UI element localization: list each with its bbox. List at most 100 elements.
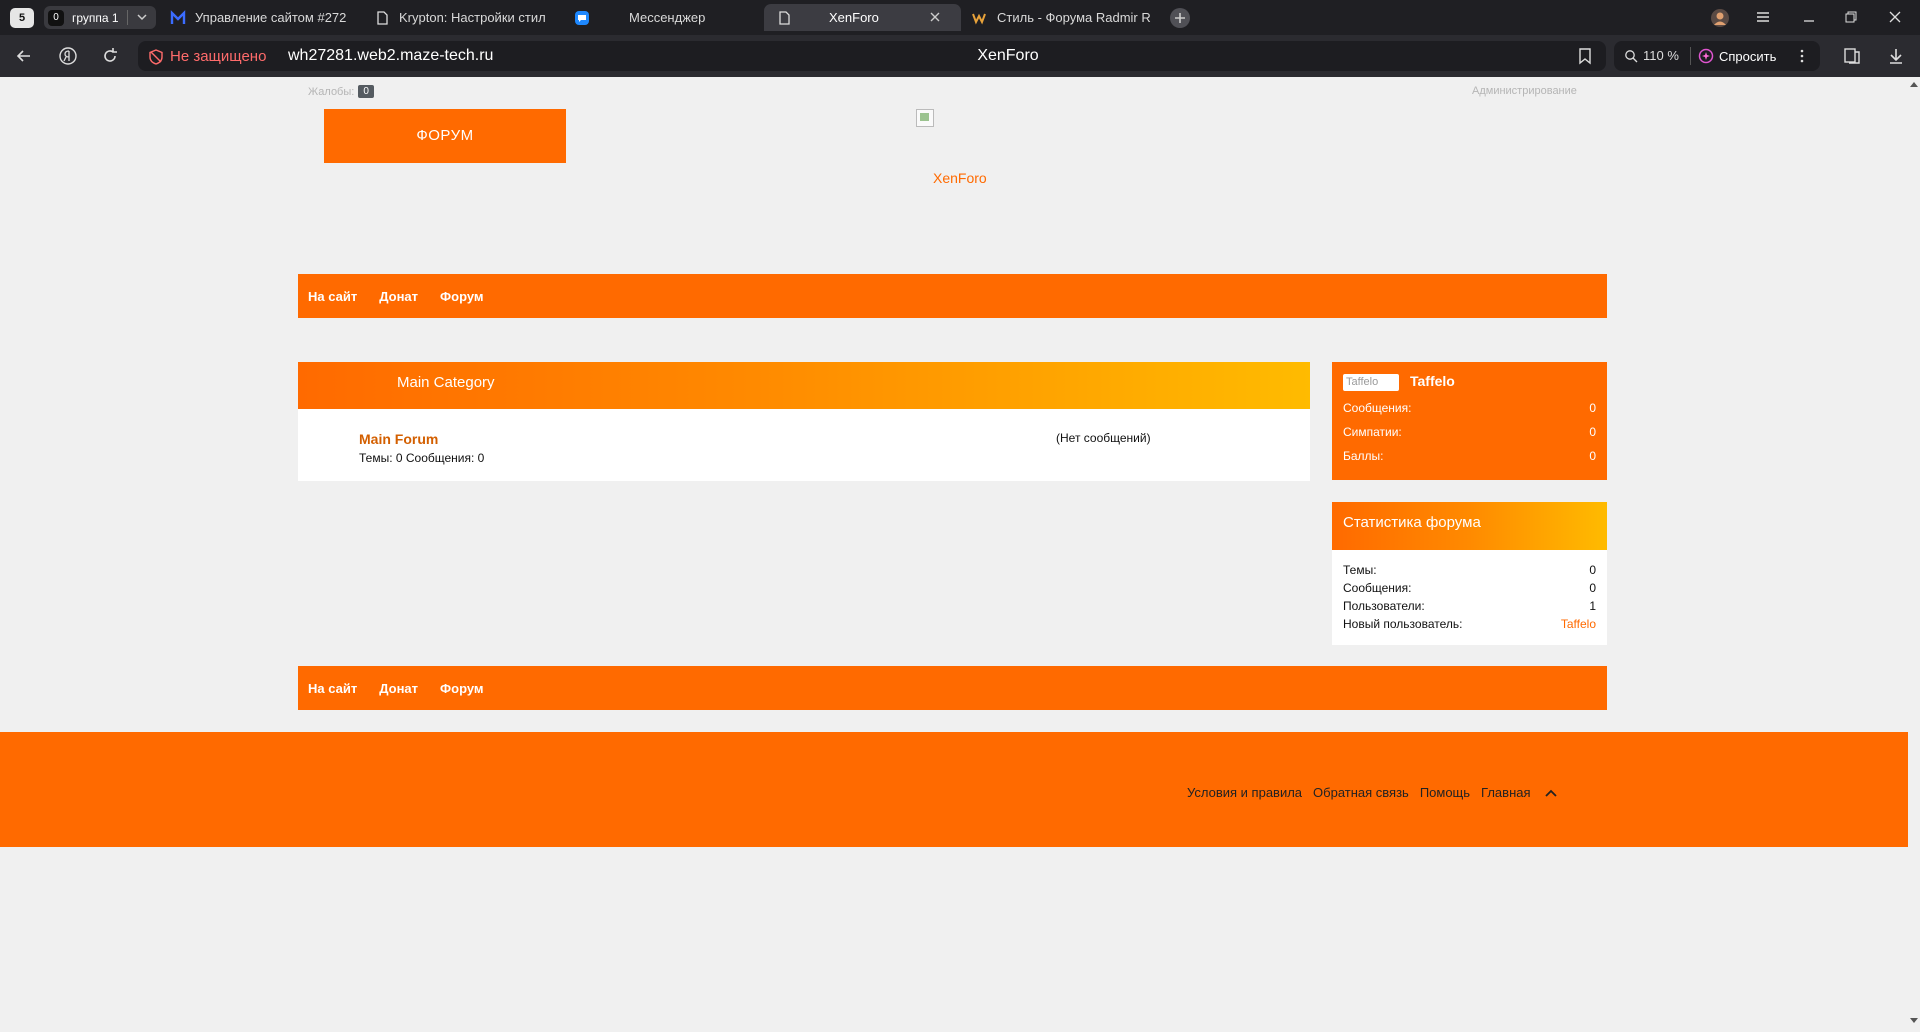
admin-link[interactable]: Администрирование [1472,85,1577,97]
url-text: wh27281.web2.maze-tech.ru [288,47,494,64]
tab-xenforo[interactable]: XenForo [764,4,961,31]
forum-row: Main Forum Темы: 0 Сообщения: 0 (Нет соо… [298,409,1310,481]
nav-link-site[interactable]: На сайт [308,289,357,304]
stats-row: Темы: 0 [1343,563,1596,577]
top-navbar: На сайт Донат Форум [298,274,1607,318]
complaints-label: Жалобы: [308,85,355,98]
new-tab-button[interactable] [1170,8,1190,28]
ask-button[interactable]: Спросить [1698,48,1776,64]
tab-group[interactable]: 0 группа 1 [44,6,156,29]
minimize-icon[interactable] [1800,8,1818,26]
user-stat-value: 0 [1589,425,1596,439]
browser-tab-bar: 5 0 группа 1 Управление сайтом #272 Kryp… [0,0,1920,35]
zoom-level: 110 % [1643,48,1679,63]
scroll-top-icon[interactable] [1544,786,1558,800]
tab-group-label: группа 1 [72,10,119,25]
user-stat-value: 0 [1589,449,1596,463]
zoom-indicator[interactable]: 110 % [1624,48,1679,63]
page-title: XenForo [977,47,1039,64]
security-label: Не защищено [170,48,267,65]
category-title[interactable]: Main Category [298,362,1310,409]
tab-site-management[interactable]: Управление сайтом #272 [170,4,355,31]
new-user-link[interactable]: Taffelo [1561,617,1596,631]
avatar[interactable]: Taffelo [1343,374,1399,391]
divider [1690,47,1691,65]
forum-title-link[interactable]: Main Forum [359,431,438,447]
bookmark-icon[interactable] [1576,47,1594,65]
tab-label: Стиль - Форума Radmir R [997,10,1151,25]
page-footer: Условия и правила Обратная связь Помощь … [0,732,1908,847]
forum-last-post: (Нет сообщений) [1056,431,1151,445]
zoom-icon [1624,49,1638,63]
category-block: Main Category Main Forum Темы: 0 Сообщен… [298,362,1310,481]
bottom-navbar: На сайт Донат Форум [298,666,1607,710]
insecure-icon [148,48,164,65]
stats-label: Сообщения: [1343,581,1412,595]
nav-link-forum[interactable]: Форум [440,289,483,304]
footer-link-terms[interactable]: Условия и правила [1187,785,1302,800]
footer-link-home[interactable]: Главная [1481,785,1530,800]
site-name-link[interactable]: XenForo [933,170,987,186]
url-field[interactable]: Не защищено wh27281.web2.maze-tech.ru Xe… [138,41,1606,71]
tab-label: Мессенджер [629,10,706,25]
stats-label: Новый пользователь: [1343,617,1463,631]
forum-logo-button[interactable]: ФОРУМ [324,109,566,163]
menu-icon[interactable] [1754,8,1772,26]
tab-label: Krypton: Настройки стил [399,10,546,25]
user-stat-row: Баллы: 0 [1343,449,1596,463]
back-arrow-icon[interactable] [14,46,34,66]
forum-stats-box: Статистика форума Темы: 0 Сообщения: 0 П… [1332,502,1607,645]
footer-link-help[interactable]: Помощь [1420,785,1470,800]
user-stat-label: Сообщения: [1343,401,1412,415]
tab-label: XenForo [829,10,879,25]
forum-stats: Темы: 0 Сообщения: 0 [359,451,485,465]
reload-icon[interactable] [100,46,120,66]
forum-stats-title: Статистика форума [1332,502,1607,550]
yandex-icon[interactable] [58,46,78,66]
browser-address-bar: Не защищено wh27281.web2.maze-tech.ru Xe… [0,35,1920,77]
stats-row: Пользователи: 1 [1343,599,1596,613]
download-icon[interactable] [1886,46,1906,66]
user-stat-value: 0 [1589,401,1596,415]
sparkle-icon [1698,48,1714,64]
nav-link-forum[interactable]: Форум [440,681,483,696]
stats-value: 1 [1589,599,1596,613]
security-indicator[interactable]: Не защищено [148,48,266,65]
username-link[interactable]: Taffelo [1410,373,1455,389]
stats-value: 0 [1589,581,1596,595]
zoom-assistant-box: 110 % Спросить [1614,41,1820,71]
nav-link-site[interactable]: На сайт [308,681,357,696]
user-info-box: Taffelo Taffelo Сообщения: 0 Симпатии: 0… [1332,362,1607,480]
close-icon[interactable] [928,10,944,26]
broken-image-icon [916,109,934,127]
complaints-link[interactable]: Жалобы: 0 [308,85,374,98]
restore-icon[interactable] [1842,8,1860,26]
page-scrollbar[interactable] [1908,77,1920,1032]
tab-krypton-settings[interactable]: Krypton: Настройки стил [374,4,554,31]
stats-label: Темы: [1343,563,1377,577]
messenger-icon [574,10,590,26]
ask-label: Спросить [1719,48,1777,64]
close-window-icon[interactable] [1886,8,1904,26]
maze-logo-icon [170,9,186,26]
profile-avatar-icon[interactable] [1710,8,1730,28]
user-stat-row: Симпатии: 0 [1343,425,1596,439]
tab-radmir-style[interactable]: Стиль - Форума Radmir R [972,4,1154,31]
scroll-down-icon[interactable] [1910,1016,1918,1024]
footer-links: Условия и правила Обратная связь Помощь … [1187,785,1569,800]
document-icon [374,10,390,26]
tab-group-divider [127,10,128,25]
collections-icon[interactable] [1842,46,1862,66]
nav-link-donate[interactable]: Донат [379,289,418,304]
footer-link-contact[interactable]: Обратная связь [1313,785,1409,800]
complaints-count-badge: 0 [358,85,374,98]
scroll-up-icon[interactable] [1910,81,1918,89]
page-viewport: Жалобы: 0 Администрирование ФОРУМ XenFor… [0,77,1920,1032]
stats-row: Сообщения: 0 [1343,581,1596,595]
nav-link-donate[interactable]: Донат [379,681,418,696]
more-vertical-icon[interactable] [1794,47,1810,65]
chevron-down-icon[interactable] [136,11,148,23]
tab-group-count: 0 [48,9,64,26]
tab-messenger[interactable]: Мессенджер [574,4,724,31]
tab-count-button[interactable]: 5 [10,8,34,28]
